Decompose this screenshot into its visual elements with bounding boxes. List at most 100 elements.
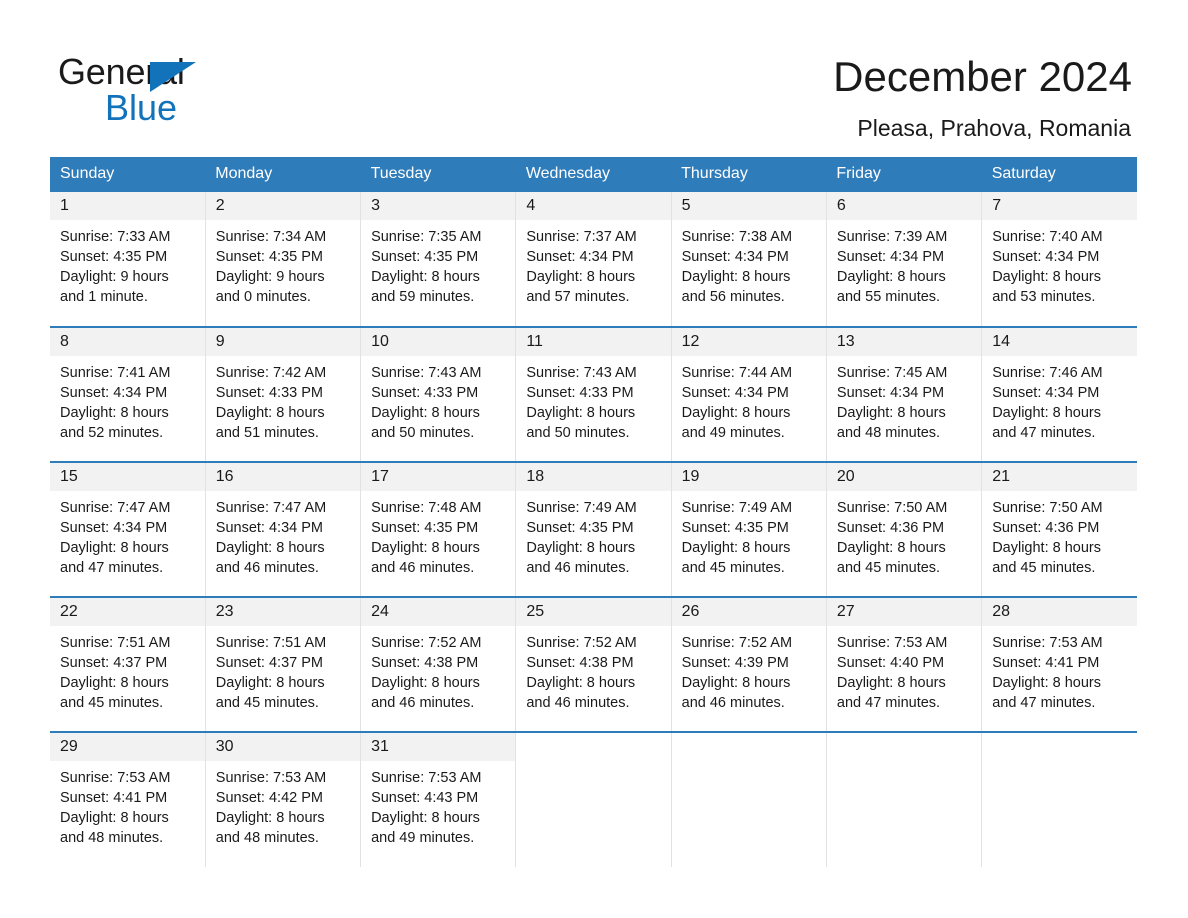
daylight-text-line2: and 45 minutes. (215, 695, 319, 711)
sunset-text: Sunset: 4:43 PM (371, 790, 479, 806)
daylight-text-line2: and 50 minutes. (526, 425, 630, 441)
day-number: 13 (826, 328, 982, 356)
daylight-text-line2: and 46 minutes. (371, 560, 475, 576)
sunrise-text: Sunrise: 7:43 AM (526, 365, 637, 381)
daylight-text-line1: Daylight: 8 hours (215, 405, 325, 421)
day-cell[interactable]: 19 Sunrise: 7:49 AM Sunset: 4:35 PM Dayligh… (670, 461, 827, 597)
day-number: 21 (982, 463, 1137, 491)
day-cell[interactable]: 7 Sunrise: 7:40 AM Sunset: 4:34 PM Daylight… (981, 192, 1137, 327)
sunrise-text: Sunrise: 7:35 AM (371, 229, 482, 245)
day-cell[interactable]: 9 Sunrise: 7:42 AM Sunset: 4:33 PM Daylight… (204, 326, 361, 462)
day-cell[interactable]: 24 Sunrise: 7:52 AM Sunset: 4:38 PM Dayligh… (360, 596, 516, 732)
day-details: Sunrise: 7:47 AM Sunset: 4:34 PM Daylight:… (50, 491, 205, 578)
day-number: 26 (671, 598, 826, 626)
day-cell[interactable]: 2 Sunrise: 7:34 AM Sunset: 4:35 PM Daylight… (204, 192, 361, 327)
day-cell[interactable]: 17 Sunrise: 7:48 AM Sunset: 4:35 PM Dayligh… (360, 461, 516, 597)
sunset-text: Sunset: 4:34 PM (681, 385, 789, 401)
logo-text-blue: Blue (105, 87, 178, 128)
sunrise-text: Sunrise: 7:45 AM (836, 365, 948, 381)
day-details: Sunrise: 7:38 AM Sunset: 4:34 PM Daylight:… (672, 220, 826, 307)
day-number: 6 (826, 192, 982, 220)
daylight-text-line1: Daylight: 8 hours (371, 810, 480, 826)
day-cell-empty (670, 731, 827, 867)
day-number: 15 (50, 463, 205, 491)
day-cell[interactable]: 26 Sunrise: 7:52 AM Sunset: 4:39 PM Dayligh… (670, 596, 827, 732)
day-cell[interactable]: 11 Sunrise: 7:43 AM Sunset: 4:33 PM Dayligh… (515, 326, 672, 462)
day-cell[interactable]: 13 Sunrise: 7:45 AM Sunset: 4:34 PM Dayligh… (825, 326, 982, 462)
daylight-text-line1: Daylight: 9 hours (60, 269, 169, 285)
day-cell[interactable]: 10 Sunrise: 7:43 AM Sunset: 4:33 PM Dayligh… (360, 326, 516, 462)
sunset-text: Sunset: 4:34 PM (836, 385, 945, 401)
day-number: 23 (205, 598, 361, 626)
day-cell[interactable]: 3 Sunrise: 7:35 AM Sunset: 4:35 PM Daylight… (360, 192, 516, 327)
day-cell[interactable]: 8 Sunrise: 7:41 AM Sunset: 4:34 PM Daylight… (50, 326, 206, 462)
day-details: Sunrise: 7:33 AM Sunset: 4:35 PM Daylight:… (50, 220, 205, 307)
day-cell[interactable]: 29 Sunrise: 7:53 AM Sunset: 4:41 PM Dayligh… (50, 731, 206, 867)
daylight-text-line2: and 46 minutes. (681, 695, 785, 711)
day-cell[interactable]: 4 Sunrise: 7:37 AM Sunset: 4:34 PM Daylight… (515, 192, 672, 327)
daylight-text-line1: Daylight: 8 hours (60, 405, 169, 421)
day-cell[interactable]: 21 Sunrise: 7:50 AM Sunset: 4:36 PM Dayligh… (981, 461, 1137, 597)
daylight-text-line1: Daylight: 8 hours (215, 540, 325, 556)
daylight-text-line1: Daylight: 8 hours (526, 540, 636, 556)
sunset-text: Sunset: 4:34 PM (526, 249, 634, 265)
sunset-text: Sunset: 4:35 PM (681, 520, 789, 536)
sunrise-text: Sunrise: 7:52 AM (526, 635, 637, 651)
day-details: Sunrise: 7:39 AM Sunset: 4:34 PM Daylight:… (827, 220, 981, 307)
day-cell[interactable]: 20 Sunrise: 7:50 AM Sunset: 4:36 PM Dayligh… (825, 461, 982, 597)
sunset-text: Sunset: 4:33 PM (526, 385, 634, 401)
day-cell[interactable]: 23 Sunrise: 7:51 AM Sunset: 4:37 PM Dayligh… (204, 596, 361, 732)
weekday-header-wednesday: Wednesday (515, 157, 672, 192)
calendar-body: 1 Sunrise: 7:33 AM Sunset: 4:35 PM Daylight… (50, 192, 1137, 867)
day-cell[interactable]: 5 Sunrise: 7:38 AM Sunset: 4:34 PM Daylight… (670, 192, 827, 327)
day-number: 9 (205, 328, 361, 356)
day-cell[interactable]: 6 Sunrise: 7:39 AM Sunset: 4:34 PM Daylight… (825, 192, 982, 327)
sunrise-text: Sunrise: 7:49 AM (526, 500, 637, 516)
day-number: 30 (205, 733, 361, 761)
weekday-header-saturday: Saturday (981, 157, 1137, 192)
day-cell[interactable]: 18 Sunrise: 7:49 AM Sunset: 4:35 PM Dayligh… (515, 461, 672, 597)
day-cell[interactable]: 28 Sunrise: 7:53 AM Sunset: 4:41 PM Dayligh… (981, 596, 1137, 732)
sunrise-text: Sunrise: 7:39 AM (836, 229, 948, 245)
day-cell[interactable]: 25 Sunrise: 7:52 AM Sunset: 4:38 PM Dayligh… (515, 596, 672, 732)
day-details: Sunrise: 7:44 AM Sunset: 4:34 PM Daylight:… (672, 356, 826, 443)
day-cell[interactable]: 14 Sunrise: 7:46 AM Sunset: 4:34 PM Dayligh… (981, 326, 1137, 462)
daylight-text-line1: Daylight: 8 hours (836, 405, 946, 421)
day-number: 11 (516, 328, 671, 356)
daylight-text-line2: and 49 minutes. (681, 425, 785, 441)
daylight-text-line2: and 59 minutes. (371, 289, 475, 305)
daylight-text-line1: Daylight: 8 hours (371, 675, 480, 691)
daylight-text-line2: and 47 minutes. (992, 425, 1096, 441)
sunrise-text: Sunrise: 7:38 AM (681, 229, 793, 245)
day-cell[interactable]: 12 Sunrise: 7:44 AM Sunset: 4:34 PM Dayligh… (670, 326, 827, 462)
sunrise-text: Sunrise: 7:40 AM (992, 229, 1103, 245)
day-number: 17 (361, 463, 516, 491)
day-cell[interactable]: 15 Sunrise: 7:47 AM Sunset: 4:34 PM Dayligh… (50, 461, 206, 597)
day-number: 3 (361, 192, 516, 220)
sunrise-text: Sunrise: 7:53 AM (836, 635, 948, 651)
day-cell[interactable]: 16 Sunrise: 7:47 AM Sunset: 4:34 PM Dayligh… (204, 461, 361, 597)
weekday-header-sunday: Sunday (50, 157, 206, 192)
sunset-text: Sunset: 4:40 PM (836, 655, 945, 671)
daylight-text-line2: and 46 minutes. (215, 560, 319, 576)
sunrise-text: Sunrise: 7:47 AM (60, 500, 171, 516)
sunrise-text: Sunrise: 7:42 AM (215, 365, 327, 381)
day-cell[interactable]: 27 Sunrise: 7:53 AM Sunset: 4:40 PM Dayligh… (825, 596, 982, 732)
day-cell[interactable]: 22 Sunrise: 7:51 AM Sunset: 4:37 PM Dayligh… (50, 596, 206, 732)
day-details: Sunrise: 7:53 AM Sunset: 4:40 PM Daylight:… (827, 626, 981, 713)
sunset-text: Sunset: 4:35 PM (215, 249, 323, 265)
day-cell[interactable]: 30 Sunrise: 7:53 AM Sunset: 4:42 PM Dayligh… (204, 731, 361, 867)
day-number: 4 (516, 192, 671, 220)
day-cell[interactable]: 1 Sunrise: 7:33 AM Sunset: 4:35 PM Daylight… (50, 192, 206, 327)
daylight-text-line1: Daylight: 8 hours (681, 675, 791, 691)
day-cell[interactable]: 31 Sunrise: 7:53 AM Sunset: 4:43 PM Dayligh… (360, 731, 516, 867)
page-header: General Blue December 2024 Pleasa, Praho… (0, 0, 1188, 158)
day-details: Sunrise: 7:47 AM Sunset: 4:34 PM Daylight:… (206, 491, 360, 578)
day-details: Sunrise: 7:49 AM Sunset: 4:35 PM Daylight:… (516, 491, 670, 578)
daylight-text-line1: Daylight: 8 hours (992, 675, 1101, 691)
general-blue-logo[interactable]: General Blue (58, 52, 318, 132)
calendar-week-row: 22 Sunrise: 7:51 AM Sunset: 4:37 PM Dayligh… (50, 596, 1137, 732)
daylight-text-line1: Daylight: 8 hours (836, 675, 946, 691)
daylight-text-line1: Daylight: 8 hours (215, 675, 325, 691)
sunset-text: Sunset: 4:36 PM (992, 520, 1100, 536)
